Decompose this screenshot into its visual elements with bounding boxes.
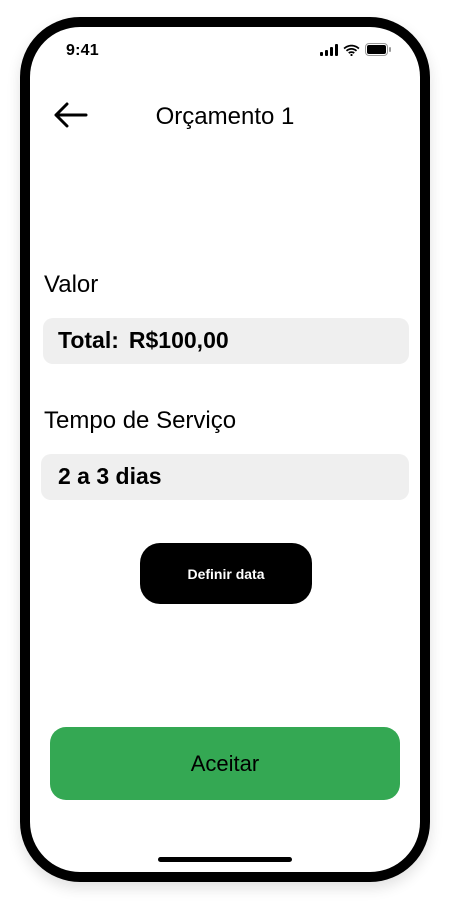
service-time-label: Tempo de Serviço xyxy=(44,407,237,434)
total-value-content: Total: R$100,00 xyxy=(58,327,229,354)
value-label: Valor xyxy=(44,271,99,298)
page-title: Orçamento 1 xyxy=(30,103,420,131)
accept-button[interactable]: Aceitar xyxy=(50,727,400,800)
status-bar: 9:41 xyxy=(30,27,420,75)
status-time: 9:41 xyxy=(66,42,99,59)
header: Orçamento 1 xyxy=(30,89,420,145)
app-screen: 9:41 Orçamento 1 Valor Total: R$100,00 T… xyxy=(30,27,420,872)
define-date-button[interactable]: Definir data xyxy=(140,543,312,604)
phone-frame: 9:41 Orçamento 1 Valor Total: R$100,00 T… xyxy=(20,17,430,882)
home-indicator xyxy=(158,857,292,862)
service-time-value: 2 a 3 dias xyxy=(58,463,162,489)
status-icons xyxy=(320,43,392,56)
service-time-field: 2 a 3 dias xyxy=(41,454,409,500)
cellular-signal-icon xyxy=(320,43,338,56)
total-amount: R$100,00 xyxy=(128,327,229,353)
total-label: Total: xyxy=(58,327,119,353)
wifi-icon xyxy=(343,44,360,56)
battery-icon xyxy=(365,43,391,56)
page-title-text: Orçamento 1 xyxy=(155,103,295,130)
total-value-field: Total: R$100,00 xyxy=(43,318,409,364)
